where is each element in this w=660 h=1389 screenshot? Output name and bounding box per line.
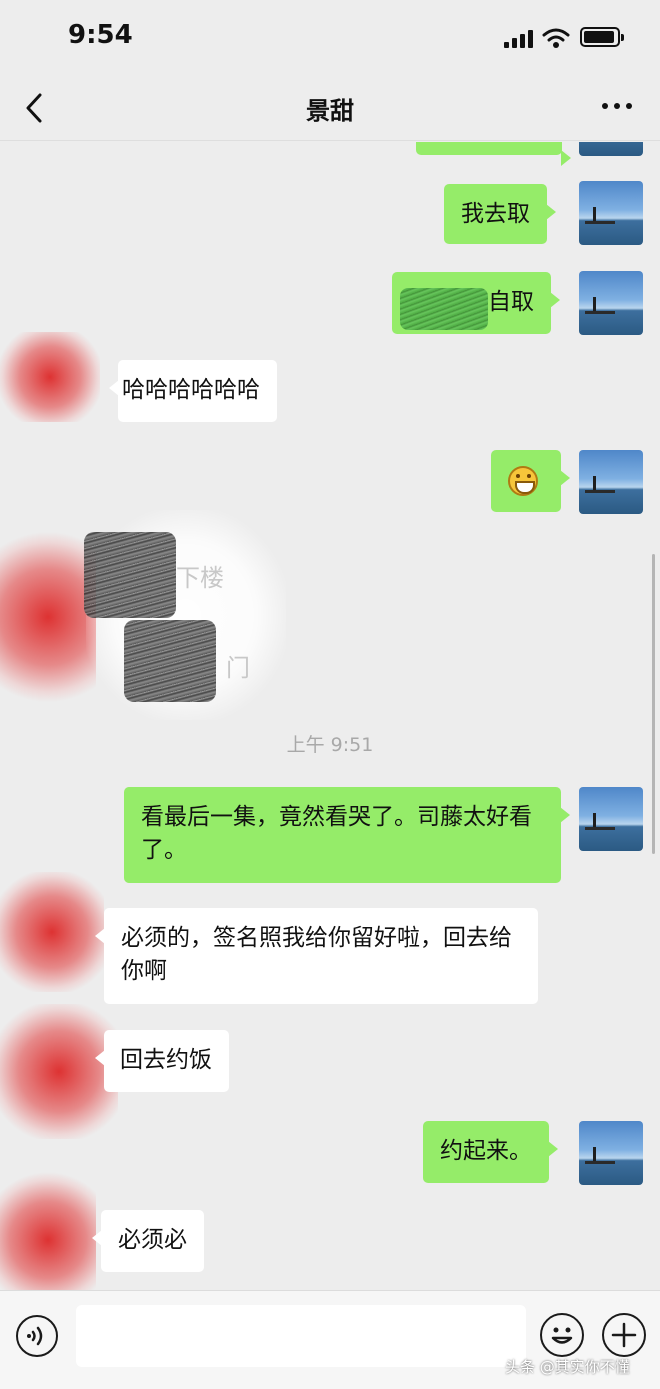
avatar-self bbox=[579, 142, 643, 156]
message-text: 约起来。 bbox=[440, 1138, 532, 1164]
message-other: 回去约饭 bbox=[95, 1030, 229, 1092]
watermark: 头条 @其实你不懂 bbox=[505, 1358, 630, 1376]
message-self bbox=[491, 450, 570, 512]
battery-icon bbox=[580, 27, 624, 47]
timestamp: 上午 9:51 bbox=[286, 734, 374, 756]
avatar-other-redacted[interactable] bbox=[0, 1004, 118, 1139]
avatar-other-redacted[interactable] bbox=[0, 522, 96, 712]
message-text: 哈哈哈哈哈哈 bbox=[122, 377, 260, 403]
redaction-scribble bbox=[84, 532, 176, 618]
voice-icon[interactable] bbox=[16, 1315, 58, 1357]
chat-title: 景甜 bbox=[306, 97, 354, 125]
nav-bar: 景甜 bbox=[0, 75, 660, 141]
grin-emoji-icon bbox=[508, 465, 538, 496]
message-text: 我去取 bbox=[461, 201, 530, 227]
message-text: 回去约饭 bbox=[120, 1047, 212, 1073]
avatar-self[interactable] bbox=[579, 1121, 643, 1185]
plus-icon[interactable] bbox=[602, 1313, 646, 1357]
avatar-other-redacted[interactable] bbox=[0, 872, 104, 992]
signal-icon bbox=[504, 30, 534, 48]
message-text: 必须必 bbox=[118, 1227, 187, 1253]
message-other: 必须必 bbox=[92, 1210, 204, 1272]
faded-message-text: 门 bbox=[226, 654, 250, 682]
emoji-icon[interactable] bbox=[540, 1313, 584, 1357]
avatar-self[interactable] bbox=[579, 181, 643, 245]
avatar-self[interactable] bbox=[579, 450, 643, 514]
message-self: 约起来。 bbox=[423, 1121, 558, 1183]
message-other: 哈哈哈哈哈哈 bbox=[109, 360, 277, 422]
status-bar: 9:54 bbox=[0, 0, 660, 75]
status-time: 9:54 bbox=[68, 20, 133, 50]
message-text: 自取 bbox=[488, 289, 534, 315]
message-text: 看最后一集，竟然看哭了。司藤太好看了。 bbox=[141, 804, 532, 863]
message-text: 必须的，签名照我给你留好啦，回去给你啊 bbox=[121, 925, 512, 984]
partial-bubble bbox=[416, 142, 571, 166]
chat-area[interactable]: 我去取 自取 哈哈哈哈哈哈 下楼 门 上午 9:51 看最后一集，竟然看哭了。司… bbox=[0, 142, 660, 1290]
message-self: 我去取 bbox=[444, 184, 556, 244]
scrollbar[interactable] bbox=[652, 554, 655, 854]
avatar-other-redacted[interactable] bbox=[0, 332, 100, 422]
avatar-self[interactable] bbox=[579, 787, 643, 851]
message-other: 必须的，签名照我给你留好啦，回去给你啊 bbox=[95, 908, 538, 1004]
avatar-self[interactable] bbox=[579, 271, 643, 335]
wifi-icon bbox=[542, 28, 570, 48]
redaction-scribble bbox=[124, 620, 216, 702]
avatar-other-redacted[interactable] bbox=[0, 1170, 96, 1290]
faded-message-text: 下楼 bbox=[176, 564, 224, 592]
message-input[interactable] bbox=[76, 1305, 526, 1367]
message-self: 看最后一集，竟然看哭了。司藤太好看了。 bbox=[124, 787, 570, 883]
redaction-scribble bbox=[400, 288, 488, 330]
more-icon[interactable] bbox=[600, 103, 634, 113]
